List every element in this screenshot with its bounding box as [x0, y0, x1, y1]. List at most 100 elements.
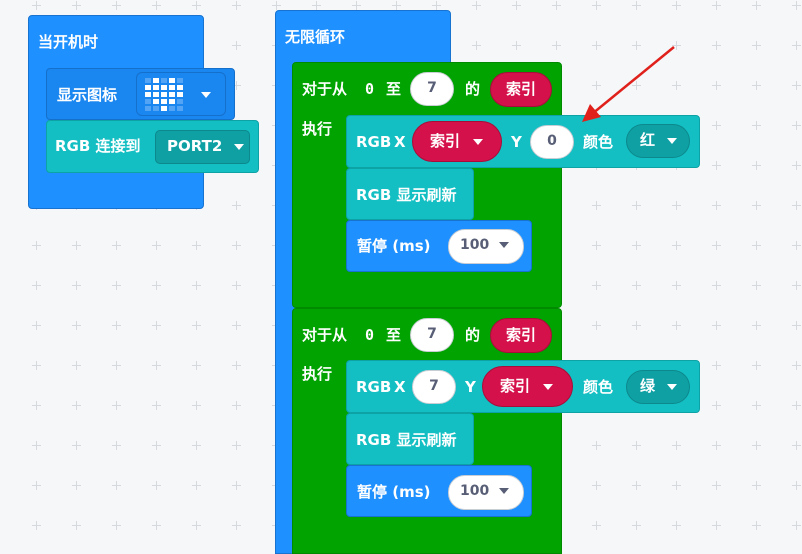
chevron-down-icon [233, 143, 244, 150]
grid-cross [792, 281, 801, 290]
grid-cross [232, 441, 241, 450]
of-label-2: 的 [465, 326, 481, 344]
grid-cross [672, 281, 681, 290]
grid-cross [72, 441, 81, 450]
grid-cross [792, 241, 801, 250]
led-dot [145, 92, 151, 97]
to-label-1: 至 [386, 80, 402, 98]
grid-cross [112, 321, 121, 330]
pause-label-2: 暂停 (ms) [357, 483, 431, 501]
grid-cross [72, 321, 81, 330]
do-label-1: 执行 [302, 120, 333, 138]
led-dot [161, 92, 167, 97]
grid-cross [632, 521, 641, 530]
grid-cross [712, 201, 721, 210]
y-value-2: 索引 [500, 377, 531, 395]
grid-cross [512, 41, 521, 50]
led-dot [145, 106, 151, 111]
led-dot [169, 99, 175, 104]
grid-cross [592, 1, 601, 10]
grid-cross [32, 281, 41, 290]
color-dropdown-2[interactable]: 绿 [626, 370, 690, 404]
grid-cross [632, 1, 641, 10]
grid-cross [592, 321, 601, 330]
grid-cross [192, 361, 201, 370]
grid-cross [192, 321, 201, 330]
grid-cross [632, 481, 641, 490]
pause-value-dropdown-1[interactable]: 100 [448, 229, 524, 264]
led-dot [161, 78, 167, 83]
y-value-input-1[interactable]: 0 [530, 125, 574, 159]
to-value-input-1[interactable]: 7 [410, 72, 454, 106]
grid-cross [672, 321, 681, 330]
grid-cross [792, 401, 801, 410]
led-dot [161, 99, 167, 104]
grid-cross [152, 1, 161, 10]
from-value-2: 0 [365, 326, 375, 344]
y-value-dropdown-2[interactable]: 索引 [482, 366, 573, 407]
chevron-down-icon [667, 383, 678, 390]
grid-cross [112, 1, 121, 10]
grid-cross [152, 321, 161, 330]
color-value-1: 红 [640, 131, 656, 149]
grid-cross [792, 1, 801, 10]
grid-cross [152, 401, 161, 410]
grid-cross [752, 441, 761, 450]
grid-cross [72, 361, 81, 370]
grid-cross [752, 81, 761, 90]
grid-cross [32, 521, 41, 530]
grid-cross [632, 321, 641, 330]
grid-cross [232, 201, 241, 210]
grid-cross [112, 361, 121, 370]
var-index-1[interactable]: 索引 [490, 72, 552, 107]
grid-cross [592, 441, 601, 450]
grid-cross [152, 241, 161, 250]
x-value-dropdown-1[interactable]: 索引 [412, 121, 502, 162]
chevron-down-icon [473, 138, 484, 145]
on-start-label: 当开机时 [38, 33, 99, 51]
of-label-1: 的 [465, 80, 481, 98]
led-dot [145, 78, 151, 83]
led-dot [153, 85, 159, 90]
grid-cross [272, 1, 281, 10]
led-dot [177, 85, 183, 90]
grid-cross [752, 361, 761, 370]
grid-cross [232, 41, 241, 50]
grid-cross [232, 1, 241, 10]
to-label-2: 至 [386, 326, 402, 344]
grid-cross [72, 401, 81, 410]
to-value-input-2[interactable]: 7 [410, 318, 454, 352]
grid-cross [192, 241, 201, 250]
grid-cross [712, 441, 721, 450]
led-dot [169, 78, 175, 83]
pause-value-1: 100 [460, 237, 490, 253]
grid-cross [232, 521, 241, 530]
port-dropdown[interactable]: PORT2 [155, 130, 250, 164]
grid-cross [632, 281, 641, 290]
grid-cross [552, 1, 561, 10]
grid-cross [752, 481, 761, 490]
led-dot [169, 85, 175, 90]
rgb-label-2: RGB [356, 378, 392, 396]
grid-cross [632, 201, 641, 210]
color-label-1: 颜色 [583, 133, 614, 151]
led-dot [153, 92, 159, 97]
pause-value-dropdown-2[interactable]: 100 [448, 475, 524, 510]
led-dot [177, 99, 183, 104]
var-index-2[interactable]: 索引 [490, 318, 552, 353]
grid-cross [672, 241, 681, 250]
grid-cross [712, 121, 721, 130]
grid-cross [752, 521, 761, 530]
pause-value-2: 100 [460, 483, 490, 499]
grid-cross [32, 241, 41, 250]
chevron-down-icon [499, 242, 510, 248]
chevron-down-icon [499, 488, 510, 494]
x-label-2: X [394, 378, 406, 396]
grid-cross [112, 521, 121, 530]
grid-cross [712, 41, 721, 50]
led-dot [145, 85, 151, 90]
grid-cross [152, 361, 161, 370]
x-value-input-2[interactable]: 7 [412, 370, 456, 404]
grid-cross [792, 481, 801, 490]
grid-cross [752, 41, 761, 50]
